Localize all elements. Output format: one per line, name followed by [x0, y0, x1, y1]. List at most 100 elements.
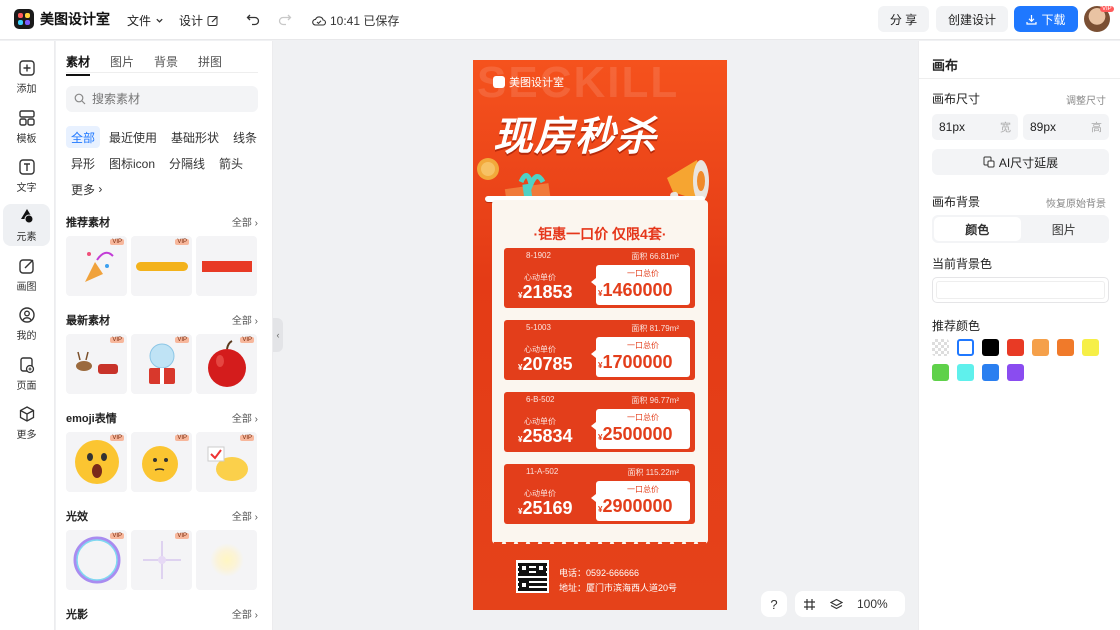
seg-color[interactable]: 颜色 — [934, 217, 1021, 241]
restore-bg-link[interactable]: 恢复原始背景 — [1046, 195, 1106, 210]
price-list-paper: ·钜惠一口价 仅限4套· 8-1902 面积 66.81m² 心动单价 ¥218… — [492, 200, 708, 550]
asset-party-popper[interactable]: VIP — [66, 236, 127, 296]
listing-card: 8-1902 面积 66.81m² 心动单价 ¥21853 一口总价 ¥1460… — [504, 248, 695, 308]
chip-dividers[interactable]: 分隔线 — [164, 152, 210, 174]
zoom-level[interactable]: 100% — [857, 597, 888, 611]
swatch-blue[interactable] — [982, 364, 999, 381]
search-icon — [74, 93, 86, 105]
vip-badge: VIP — [175, 337, 189, 343]
tabs-divider — [66, 72, 258, 73]
rail-item-mine[interactable]: 我的 — [3, 303, 50, 345]
listing-unit: 8-1902 — [526, 251, 551, 260]
search-box[interactable] — [66, 86, 258, 112]
download-button[interactable]: 下载 — [1014, 6, 1078, 32]
unit-price: ¥20785 — [518, 354, 573, 375]
design-canvas[interactable]: SECKILL 美图设计室 现房秒杀 ·钜惠一口价 仅限4套· 8-1902 面… — [473, 60, 727, 610]
swatch-white[interactable] — [957, 339, 974, 356]
rail-label-draw: 画图 — [16, 282, 37, 293]
current-bg-color[interactable] — [932, 277, 1109, 303]
listing-area: 面积 66.81m² — [631, 252, 679, 261]
swatch-transparent[interactable] — [932, 339, 949, 356]
file-menu-label: 文件 — [127, 14, 152, 28]
rail-label-add: 添加 — [16, 84, 37, 95]
total-price: ¥2900000 — [598, 496, 673, 517]
height-unit: 高 — [1091, 122, 1102, 134]
layers-icon[interactable] — [830, 598, 843, 611]
height-field[interactable]: 89px 高 — [1023, 114, 1109, 140]
see-all-link[interactable]: 全部 › — [232, 312, 258, 328]
swatch-green[interactable] — [932, 364, 949, 381]
apple-icon — [207, 340, 246, 387]
asset-red-rect[interactable] — [196, 236, 257, 296]
seg-image[interactable]: 图片 — [1021, 217, 1108, 241]
grid-icon[interactable] — [803, 598, 816, 611]
chip-irregular[interactable]: 异形 — [66, 152, 100, 174]
swatch-black[interactable] — [982, 339, 999, 356]
rail-label-template: 模板 — [16, 134, 37, 145]
asset-emoji-scared[interactable]: VIP — [66, 432, 127, 492]
chip-basic-shapes[interactable]: 基础形状 — [166, 126, 224, 148]
asset-apple[interactable]: VIP — [196, 334, 257, 394]
thumb-row-emoji: VIP VIP VIP — [66, 432, 258, 492]
file-menu[interactable]: 文件 — [127, 12, 164, 29]
create-design-button[interactable]: 创建设计 — [936, 6, 1008, 32]
chip-all[interactable]: 全部 — [66, 126, 101, 148]
chip-arrows[interactable]: 箭头 — [214, 152, 248, 174]
red-rect-shape — [201, 260, 252, 272]
bubble-icon — [73, 536, 120, 584]
see-all-link[interactable]: 全部 › — [232, 606, 258, 622]
help-button[interactable]: ? — [761, 591, 787, 617]
asset-sparkle[interactable]: VIP — [131, 530, 192, 590]
swatch-yellow[interactable] — [1082, 339, 1099, 356]
thumb-row-recommended: VIP VIP — [66, 236, 258, 296]
zoom-toolbar: 100% — [795, 591, 905, 617]
asset-yellow-brush[interactable]: VIP — [131, 236, 192, 296]
rail-item-more[interactable]: 更多 — [3, 402, 50, 444]
swatch-red[interactable] — [1007, 339, 1024, 356]
rail-item-text[interactable]: 文字 — [3, 155, 50, 197]
chip-recent[interactable]: 最近使用 — [104, 126, 162, 148]
swatch-purple[interactable] — [1007, 364, 1024, 381]
resize-link[interactable]: 调整尺寸 — [1066, 92, 1106, 107]
rail-item-template[interactable]: 模板 — [3, 106, 50, 148]
app-logo[interactable]: 美图设计室 — [14, 9, 110, 29]
ai-resize-button[interactable]: AI尺寸延展 — [932, 149, 1109, 175]
swatch-orange[interactable] — [1057, 339, 1074, 356]
rail-item-draw[interactable]: 画图 — [3, 254, 50, 296]
total-price-box: 一口总价 ¥2500000 — [591, 409, 690, 449]
section-title: 光影 — [66, 609, 88, 621]
thumb-row-light-effects: VIP VIP — [66, 530, 258, 590]
redo-icon[interactable] — [278, 12, 292, 26]
vip-badge: VIP — [240, 435, 254, 441]
asset-snow-globe-gift[interactable]: VIP — [131, 334, 192, 394]
design-menu[interactable]: 设计 — [179, 12, 219, 29]
see-all-link[interactable]: 全部 › — [232, 410, 258, 426]
asset-reindeer-sleigh[interactable]: VIP — [66, 334, 127, 394]
asset-emoji-chick[interactable]: VIP — [196, 432, 257, 492]
listing-area: 面积 115.22m² — [627, 468, 679, 477]
asset-emoji-thinking[interactable]: VIP — [131, 432, 192, 492]
rail-item-elements[interactable]: 元素 — [3, 204, 50, 246]
chip-more[interactable]: 更多 › — [66, 178, 107, 200]
undo-icon[interactable] — [246, 12, 260, 26]
swatch-light-orange[interactable] — [1032, 339, 1049, 356]
logo-mark-icon — [14, 9, 34, 29]
total-price: ¥1700000 — [598, 352, 673, 373]
see-all-link[interactable]: 全部 › — [232, 508, 258, 524]
vip-badge: VIP — [110, 337, 124, 343]
vip-badge: VIP — [110, 533, 124, 539]
swatch-cyan[interactable] — [957, 364, 974, 381]
asset-glow[interactable] — [196, 530, 257, 590]
asset-bubble[interactable]: VIP — [66, 530, 127, 590]
chip-lines[interactable]: 线条 — [228, 126, 262, 148]
collapse-panel-handle[interactable]: ‹ — [273, 318, 283, 352]
search-input[interactable] — [92, 92, 242, 106]
rail-item-add[interactable]: 添加 — [3, 56, 50, 98]
share-button[interactable]: 分 享 — [878, 6, 929, 32]
section-header-light-shadow: 光影 全部 › — [66, 606, 258, 622]
see-all-link[interactable]: 全部 › — [232, 214, 258, 230]
vip-badge: VIP — [175, 239, 189, 245]
rail-item-page[interactable]: 页面 — [3, 353, 50, 395]
chip-icons[interactable]: 图标icon — [104, 152, 160, 174]
width-field[interactable]: 81px 宽 — [932, 114, 1018, 140]
